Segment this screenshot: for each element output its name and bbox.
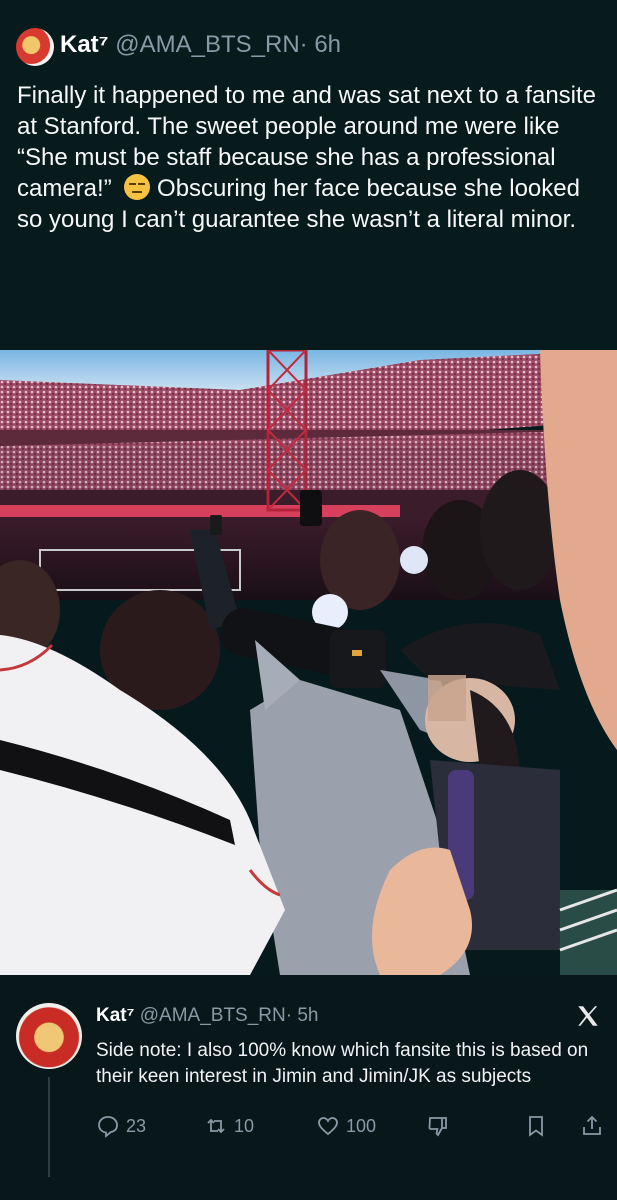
reply-author-avatar[interactable] — [16, 1003, 82, 1069]
reply-author-name[interactable]: Kat⁷ — [96, 1005, 134, 1026]
retweet-button[interactable]: 10 — [204, 1111, 254, 1141]
reply-icon — [98, 1116, 118, 1138]
reply-count: 23 — [126, 1115, 147, 1136]
reply-tweet: Kat⁷ @AMA_BTS_RN· 5h Side note: I also 1… — [0, 975, 617, 1200]
tweet-header: Kat⁷ @AMA_BTS_RN· 6h — [60, 31, 341, 59]
share-button[interactable] — [580, 1111, 604, 1141]
like-button[interactable]: 100 — [316, 1111, 376, 1141]
bookmark-button[interactable] — [524, 1111, 548, 1141]
tweet-timestamp[interactable]: · 6h — [300, 31, 341, 58]
retweet-icon — [207, 1118, 225, 1134]
x-logo-icon — [578, 1006, 598, 1026]
reply-button[interactable]: 23 — [96, 1111, 146, 1141]
action-bar: 23 10 100 — [96, 1111, 606, 1141]
tweet-photo[interactable] — [0, 350, 617, 975]
retweet-count: 10 — [234, 1115, 255, 1136]
reply-text: Side note: I also 100% know which fansit… — [96, 1040, 589, 1087]
author-handle[interactable]: @AMA_BTS_RN — [115, 31, 299, 58]
tweet-text: Finally it happened to me and was sat ne… — [17, 80, 607, 235]
expressionless-face-emoji-icon — [124, 174, 151, 200]
author-name[interactable]: Kat⁷ — [60, 31, 109, 58]
heart-icon — [318, 1117, 338, 1136]
main-tweet: Kat⁷ @AMA_BTS_RN· 6h Finally it happened… — [0, 0, 617, 350]
dislike-button[interactable] — [426, 1111, 450, 1141]
like-count: 100 — [346, 1115, 377, 1136]
reply-header: Kat⁷ @AMA_BTS_RN· 5h — [96, 1005, 319, 1027]
bookmark-icon — [529, 1116, 543, 1137]
author-avatar[interactable] — [16, 28, 54, 66]
reply-author-handle[interactable]: @AMA_BTS_RN — [140, 1005, 286, 1026]
reply-timestamp[interactable]: · 5h — [286, 1005, 319, 1026]
thread-line — [48, 1077, 50, 1177]
thumbs-down-icon — [428, 1117, 447, 1137]
share-icon — [583, 1115, 601, 1135]
